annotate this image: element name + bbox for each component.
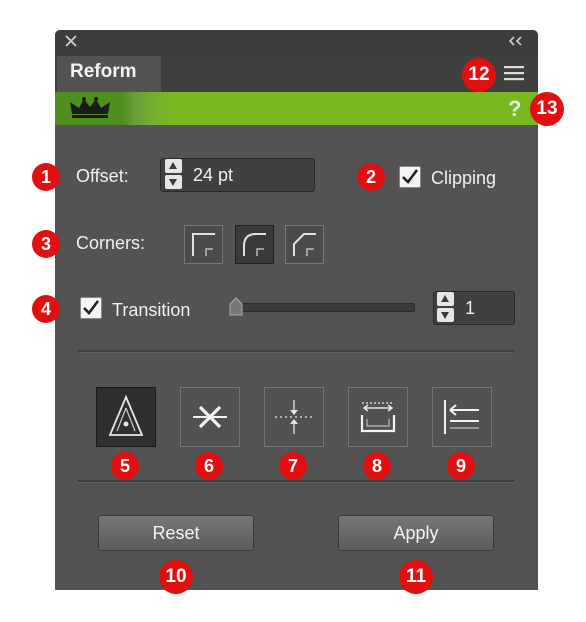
separator-bottom [78,480,514,483]
transition-decrement-arrow-icon[interactable] [437,308,454,322]
callout-badge-9: 9 [447,452,475,480]
offset-decrement-arrow-icon[interactable] [165,175,182,189]
transition-stepper[interactable] [435,291,456,323]
corner-sharp-button[interactable] [184,225,223,264]
align-left-arrow-icon [444,400,479,434]
callout-badge-5: 5 [111,452,139,480]
offset-input[interactable]: 24 pt [193,165,233,186]
corner-sharp-icon [192,233,215,256]
offset-stepper[interactable] [163,158,184,190]
corner-bevel-icon [293,233,316,256]
transition-checkbox[interactable] [80,297,102,319]
callout-badge-4: 4 [32,295,60,323]
corner-round-icon [243,233,266,256]
callout-badge-2: 2 [357,163,385,191]
close-icon[interactable] [64,34,78,48]
offset-label: Offset: [76,166,129,186]
panel-title-bar [55,30,538,55]
expand-bracket-icon [360,402,396,433]
callout-badge-11: 11 [399,560,433,594]
transition-input[interactable]: 1 [465,298,475,319]
transition-label: Transition [112,300,191,320]
mode-button-4[interactable] [348,387,408,447]
callout-badge-3: 3 [32,230,60,258]
clipping-label: Clipping [431,168,497,188]
corner-bevel-button[interactable] [285,225,324,264]
callout-badge-13: 13 [530,92,564,126]
separator-top [78,350,514,353]
mode-button-1[interactable] [96,387,156,447]
callout-badge-10: 10 [159,560,193,594]
mode-button-5[interactable] [432,387,492,447]
apply-button[interactable]: Apply [338,515,494,551]
callout-badge-6: 6 [195,452,223,480]
offset-increment-arrow-icon[interactable] [165,159,182,173]
callout-badge-8: 8 [363,452,391,480]
collapse-panel-icon[interactable] [508,36,524,46]
triangle-vertex-icon [108,394,144,436]
split-dotted-icon [275,400,313,434]
checkmark-icon [83,300,100,315]
transition-slider-track[interactable] [233,303,415,312]
asterisk-cross-icon [193,405,227,429]
hamburger-menu-icon[interactable] [503,64,525,82]
mode-button-2[interactable] [180,387,240,447]
corners-label: Corners: [76,233,146,253]
checkmark-icon [402,169,419,184]
callout-badge-1: 1 [32,163,60,191]
clipping-checkbox[interactable] [399,166,421,188]
tab-reform[interactable]: Reform [57,56,161,92]
callout-badge-7: 7 [279,452,307,480]
plugin-banner [55,92,538,125]
crown-icon [68,96,112,120]
callout-badge-12: 12 [462,58,496,92]
transition-slider-handle[interactable] [228,296,244,316]
corner-round-button[interactable] [235,225,274,264]
mode-button-3[interactable] [264,387,324,447]
help-icon[interactable]: ? [508,96,521,122]
transition-increment-arrow-icon[interactable] [437,292,454,306]
reset-button[interactable]: Reset [98,515,254,551]
